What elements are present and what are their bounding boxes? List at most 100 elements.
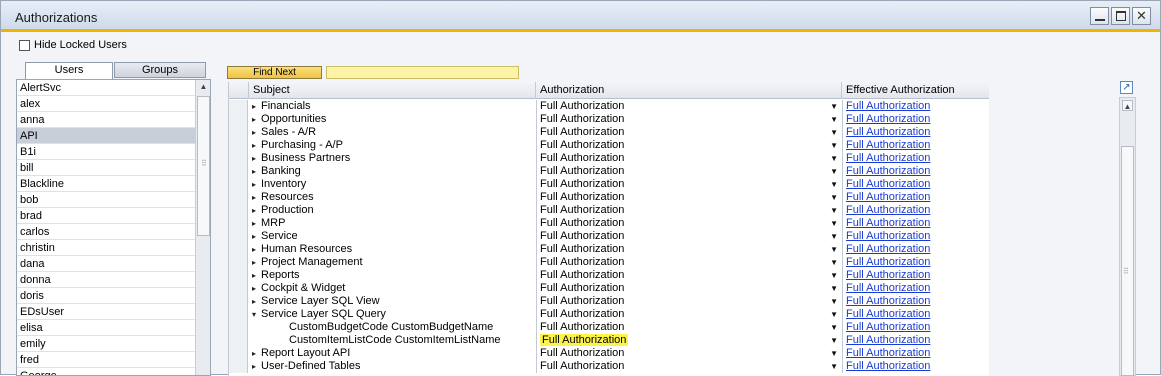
- effective-authorization-link[interactable]: Full Authorization: [846, 217, 930, 229]
- scroll-thumb[interactable]: [1121, 146, 1134, 376]
- table-row[interactable]: ▸ Project Management Full Authorization ▼ Fu…: [229, 256, 989, 269]
- expand-icon[interactable]: ▸: [252, 100, 256, 113]
- chevron-down-icon[interactable]: ▼: [830, 230, 838, 243]
- minimize-button[interactable]: [1090, 7, 1109, 25]
- expand-icon[interactable]: ▸: [252, 204, 256, 217]
- list-item[interactable]: christin: [17, 240, 195, 256]
- chevron-down-icon[interactable]: ▼: [830, 347, 838, 360]
- scroll-thumb[interactable]: ⠿: [197, 96, 210, 236]
- chevron-down-icon[interactable]: ▼: [830, 282, 838, 295]
- table-row[interactable]: ▸ Resources Full Authorization ▼ Full Author…: [229, 191, 989, 204]
- expand-icon[interactable]: ▸: [252, 256, 256, 269]
- authorization-dropdown[interactable]: Full Authorization ▼: [536, 204, 842, 217]
- table-row[interactable]: ▸ Human Resources Full Authorization ▼ Full …: [229, 243, 989, 256]
- list-item[interactable]: Blackline: [17, 176, 195, 192]
- expand-icon[interactable]: ▸: [252, 178, 256, 191]
- list-item[interactable]: brad: [17, 208, 195, 224]
- authorization-dropdown[interactable]: Full Authorization ▼: [536, 243, 842, 256]
- chevron-down-icon[interactable]: ▼: [830, 165, 838, 178]
- list-item[interactable]: alex: [17, 96, 195, 112]
- effective-authorization-link[interactable]: Full Authorization: [846, 321, 930, 333]
- expand-icon[interactable]: ▸: [252, 269, 256, 282]
- table-row[interactable]: ▸ Report Layout API Full Authorization ▼ Ful…: [229, 347, 989, 360]
- authorization-dropdown[interactable]: Full Authorization ▼: [536, 308, 842, 321]
- table-row[interactable]: ▸ Opportunities Full Authorization ▼ Full Au…: [229, 113, 989, 126]
- effective-authorization-link[interactable]: Full Authorization: [846, 295, 930, 307]
- table-row[interactable]: ▸ Service Full Authorization ▼ Full Authoriz…: [229, 230, 989, 243]
- hide-locked-users-control[interactable]: Hide Locked Users: [19, 39, 127, 51]
- expand-icon[interactable]: ▸: [252, 191, 256, 204]
- chevron-down-icon[interactable]: ▼: [830, 139, 838, 152]
- find-next-button[interactable]: Find Next: [227, 66, 322, 79]
- table-row[interactable]: ▸ Financials Full Authorization ▼ Full Autho…: [229, 100, 989, 113]
- authorization-dropdown[interactable]: Full Authorization ▼: [536, 139, 842, 152]
- table-row[interactable]: ▸ User-Defined Tables Full Authorization ▼ F…: [229, 360, 989, 373]
- table-row[interactable]: ▸ Reports Full Authorization ▼ Full Authoriz…: [229, 269, 989, 282]
- chevron-down-icon[interactable]: ▼: [830, 217, 838, 230]
- authorization-dropdown[interactable]: Full Authorization ▼: [536, 100, 842, 113]
- table-row[interactable]: ▸ Purchasing - A/P Full Authorization ▼ Full…: [229, 139, 989, 152]
- list-item[interactable]: bill: [17, 160, 195, 176]
- table-row[interactable]: ▸ Business Partners Full Authorization ▼ Ful…: [229, 152, 989, 165]
- close-button[interactable]: ✕: [1132, 7, 1151, 25]
- table-row[interactable]: CustomBudgetCode CustomBudgetName Full Au…: [229, 321, 989, 334]
- effective-authorization-link[interactable]: Full Authorization: [846, 230, 930, 242]
- hide-locked-users-checkbox[interactable]: [19, 39, 30, 51]
- authorization-dropdown[interactable]: Full Authorization ▼: [536, 152, 842, 165]
- chevron-down-icon[interactable]: ▼: [830, 360, 838, 373]
- effective-authorization-link[interactable]: Full Authorization: [846, 256, 930, 268]
- authorization-dropdown[interactable]: Full Authorization ▼: [536, 321, 842, 334]
- effective-authorization-link[interactable]: Full Authorization: [846, 139, 930, 151]
- list-item[interactable]: anna: [17, 112, 195, 128]
- authorization-dropdown[interactable]: Full Authorization ▼: [536, 347, 842, 360]
- effective-authorization-link[interactable]: Full Authorization: [846, 204, 930, 216]
- expand-icon[interactable]: ▸: [252, 243, 256, 256]
- list-item[interactable]: B1i: [17, 144, 195, 160]
- effective-authorization-link[interactable]: Full Authorization: [846, 269, 930, 281]
- list-item[interactable]: elisa: [17, 320, 195, 336]
- authorization-dropdown[interactable]: Full Authorization ▼: [536, 217, 842, 230]
- expand-icon[interactable]: ▸: [252, 360, 256, 373]
- chevron-down-icon[interactable]: ▼: [830, 100, 838, 113]
- collapse-icon[interactable]: ▾: [252, 308, 256, 321]
- expand-icon[interactable]: ▸: [252, 152, 256, 165]
- list-item[interactable]: doris: [17, 288, 195, 304]
- chevron-down-icon[interactable]: ▼: [830, 113, 838, 126]
- effective-authorization-link[interactable]: Full Authorization: [846, 243, 930, 255]
- chevron-down-icon[interactable]: ▼: [830, 191, 838, 204]
- table-row[interactable]: ▸ Cockpit & Widget Full Authorization ▼ Full…: [229, 282, 989, 295]
- list-item[interactable]: emily: [17, 336, 195, 352]
- authorization-dropdown[interactable]: Full Authorization ▼: [536, 269, 842, 282]
- authorization-dropdown[interactable]: Full Authorization ▼: [536, 360, 842, 373]
- table-row[interactable]: ▸ Service Layer SQL View Full Authorizatio…: [229, 295, 989, 308]
- list-item[interactable]: carlos: [17, 224, 195, 240]
- title-bar[interactable]: Authorizations ✕: [1, 1, 1160, 32]
- chevron-down-icon[interactable]: ▼: [830, 204, 838, 217]
- expand-icon[interactable]: ▸: [252, 217, 256, 230]
- chevron-down-icon[interactable]: ▼: [830, 334, 838, 347]
- scroll-up-icon[interactable]: ▲: [1122, 100, 1133, 111]
- authorization-dropdown[interactable]: Full Authorization ▼: [536, 178, 842, 191]
- expand-window-icon[interactable]: ↗: [1120, 81, 1133, 94]
- effective-authorization-link[interactable]: Full Authorization: [846, 334, 930, 346]
- expand-icon[interactable]: ▸: [252, 126, 256, 139]
- grid-scrollbar[interactable]: ▲ ⠿: [1119, 97, 1136, 376]
- authorization-dropdown[interactable]: Full Authorization ▼: [536, 295, 842, 308]
- header-effective-authorization[interactable]: Effective Authorization: [842, 82, 989, 99]
- effective-authorization-link[interactable]: Full Authorization: [846, 360, 930, 372]
- table-row[interactable]: ▸ MRP Full Authorization ▼ Full Authorizatio…: [229, 217, 989, 230]
- expand-icon[interactable]: ▸: [252, 139, 256, 152]
- authorization-dropdown[interactable]: Full Authorization ▼: [536, 191, 842, 204]
- effective-authorization-link[interactable]: Full Authorization: [846, 347, 930, 359]
- expand-icon[interactable]: ▸: [252, 347, 256, 360]
- list-item[interactable]: bob: [17, 192, 195, 208]
- list-item[interactable]: dana: [17, 256, 195, 272]
- effective-authorization-link[interactable]: Full Authorization: [846, 152, 930, 164]
- authorization-dropdown[interactable]: Full Authorization ▼: [536, 230, 842, 243]
- list-item[interactable]: donna: [17, 272, 195, 288]
- header-authorization[interactable]: Authorization: [536, 82, 842, 99]
- table-row[interactable]: ▸ Production Full Authorization ▼ Full Autho…: [229, 204, 989, 217]
- chevron-down-icon[interactable]: ▼: [830, 308, 838, 321]
- expand-icon[interactable]: ▸: [252, 282, 256, 295]
- chevron-down-icon[interactable]: ▼: [830, 126, 838, 139]
